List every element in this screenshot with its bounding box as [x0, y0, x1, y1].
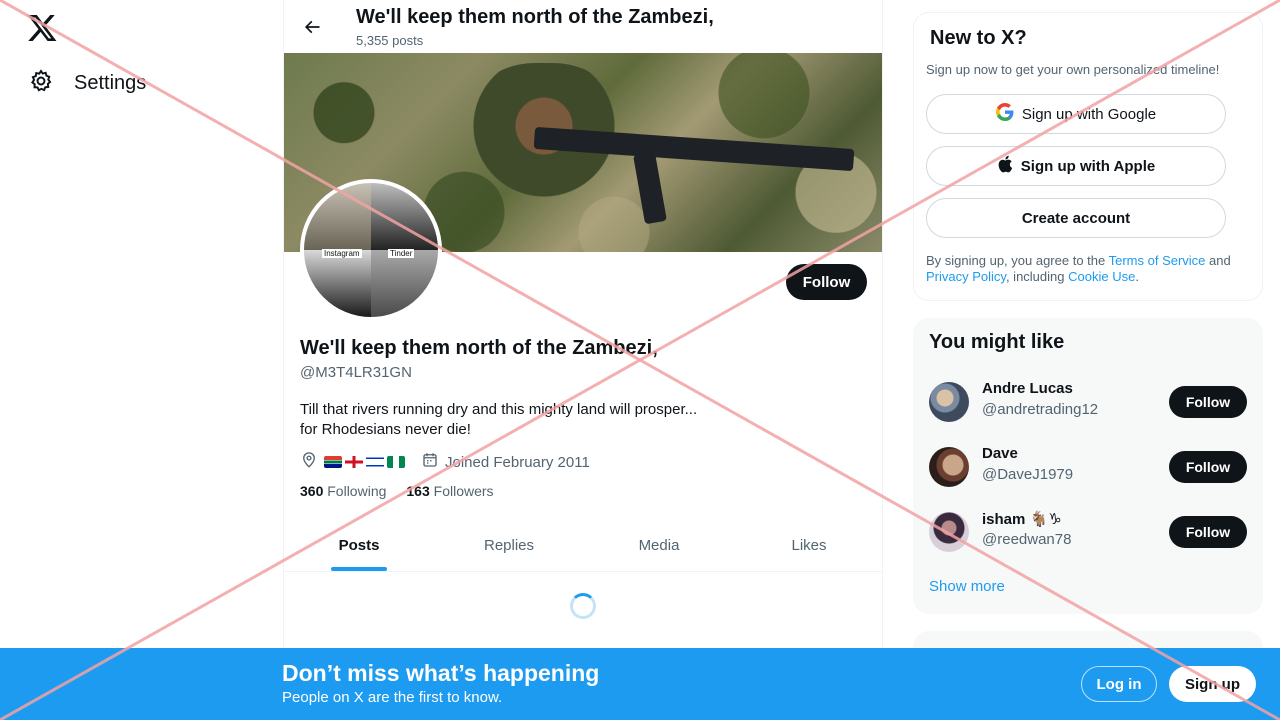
- signup-legal-text: By signing up, you agree to the Terms of…: [926, 253, 1246, 285]
- legal-prefix: By signing up, you agree to the: [926, 253, 1109, 268]
- settings-label: Settings: [74, 72, 147, 94]
- flag-nigeria-icon: [387, 456, 405, 468]
- tab-posts[interactable]: Posts: [284, 519, 434, 571]
- following-label: Following: [327, 483, 387, 499]
- followers-label: Followers: [433, 483, 494, 499]
- legal-and: and: [1205, 253, 1231, 268]
- avatar-photo-3: [304, 250, 371, 317]
- avatar-caption-instagram: Instagram: [322, 249, 362, 258]
- create-account-button[interactable]: Create account: [926, 198, 1226, 238]
- avatar-photo-1: [304, 183, 371, 250]
- profile-bio: Till that rivers running dry and this mi…: [300, 400, 697, 440]
- sign-up-button[interactable]: Sign up: [1169, 666, 1256, 702]
- suggested-user-handle: @andretrading12: [982, 401, 1099, 418]
- new-to-x-subtitle: Sign up now to get your own personalized…: [926, 62, 1220, 77]
- profile-avatar[interactable]: Instagram Tinder: [300, 179, 442, 321]
- show-more-link[interactable]: Show more: [929, 578, 1005, 595]
- gear-icon: [28, 68, 54, 99]
- suggested-user[interactable]: Dave @DaveJ1979 Follow: [929, 443, 1247, 491]
- bio-line-1: Till that rivers running dry and this mi…: [300, 401, 698, 418]
- legal-period: .: [1135, 269, 1139, 284]
- avatar: [929, 447, 969, 487]
- location-pin-icon: [300, 451, 318, 473]
- left-nav: Settings: [0, 0, 283, 720]
- followers-count: 163: [406, 483, 430, 499]
- avatar-photo-4: [371, 250, 438, 317]
- avatar-photo-2: [371, 183, 438, 250]
- avatar: [929, 512, 969, 552]
- header-title: We'll keep them north of the Zambezi,: [356, 6, 714, 28]
- suggested-user[interactable]: isham 🐐♑ @reedwan78 Follow: [929, 508, 1247, 556]
- profile-tabs: Posts Replies Media Likes: [284, 519, 882, 572]
- flag-south-africa-icon: [324, 456, 342, 468]
- profile-stats: 360 Following 163 Followers: [300, 483, 494, 499]
- cookie-use-link[interactable]: Cookie Use: [1068, 269, 1135, 284]
- terms-of-service-link[interactable]: Terms of Service: [1109, 253, 1206, 268]
- suggested-follow-button[interactable]: Follow: [1169, 386, 1247, 418]
- sign-up-apple-label: Sign up with Apple: [1020, 157, 1156, 175]
- suggested-user-name: isham 🐐♑: [982, 511, 1062, 528]
- location-flags: [324, 456, 405, 468]
- tab-media[interactable]: Media: [584, 519, 734, 571]
- google-icon: [995, 103, 1014, 125]
- avatar-caption-tinder: Tinder: [388, 249, 415, 258]
- privacy-policy-link[interactable]: Privacy Policy: [926, 269, 1006, 284]
- suggested-user[interactable]: Andre Lucas @andretrading12 Follow: [929, 378, 1247, 426]
- signup-banner-subtitle: People on X are the first to know.: [282, 689, 503, 706]
- suggested-user-name: Andre Lucas: [982, 380, 1073, 397]
- suggested-user-handle: @reedwan78: [982, 531, 1072, 548]
- loading-spinner-icon: [570, 593, 596, 619]
- followers-link[interactable]: 163 Followers: [406, 483, 493, 499]
- suggested-user-handle: @DaveJ1979: [982, 466, 1074, 483]
- header-posts-count: 5,355 posts: [356, 33, 424, 48]
- profile-meta: Joined February 2011: [300, 451, 590, 473]
- sign-up-apple-button[interactable]: Sign up with Apple: [926, 146, 1226, 186]
- suggested-follow-button[interactable]: Follow: [1169, 516, 1247, 548]
- you-might-like-card: You might like Andre Lucas @andretrading…: [913, 318, 1263, 614]
- signup-banner: Don’t miss what’s happening People on X …: [0, 648, 1280, 720]
- profile-header-bar: We'll keep them north of the Zambezi, 5,…: [284, 0, 882, 53]
- back-arrow-icon[interactable]: [296, 11, 328, 43]
- settings-nav-item[interactable]: Settings: [28, 68, 146, 99]
- avatar: [929, 382, 969, 422]
- flag-israel-icon: [366, 456, 384, 468]
- suggested-user-name: Dave: [982, 445, 1018, 462]
- new-to-x-title: New to X?: [930, 27, 1027, 49]
- page-root: Settings We'll keep them north of the Za…: [0, 0, 1280, 720]
- profile-column: We'll keep them north of the Zambezi, 5,…: [283, 0, 883, 720]
- sign-up-google-label: Sign up with Google: [1021, 105, 1157, 123]
- following-link[interactable]: 360 Following: [300, 483, 386, 499]
- legal-including: , including: [1005, 269, 1069, 284]
- following-count: 360: [300, 483, 324, 499]
- bio-line-2: for Rhodesians never die!: [300, 421, 471, 438]
- new-to-x-card: New to X? Sign up now to get your own pe…: [913, 12, 1263, 301]
- apple-icon: [997, 155, 1013, 177]
- tab-likes[interactable]: Likes: [734, 519, 882, 571]
- flag-england-icon: [345, 456, 363, 468]
- tab-replies[interactable]: Replies: [434, 519, 584, 571]
- profile-name: We'll keep them north of the Zambezi,: [300, 337, 658, 359]
- follow-button[interactable]: Follow: [786, 264, 867, 300]
- profile-handle: @M3T4LR31GN: [300, 364, 412, 381]
- joined-date: Joined February 2011: [445, 453, 590, 471]
- suggested-follow-button[interactable]: Follow: [1169, 451, 1247, 483]
- you-might-like-title: You might like: [929, 331, 1065, 353]
- signup-banner-title: Don’t miss what’s happening: [282, 660, 600, 686]
- log-in-button[interactable]: Log in: [1081, 666, 1157, 702]
- sign-up-google-button[interactable]: Sign up with Google: [926, 94, 1226, 134]
- calendar-icon: [421, 451, 439, 473]
- x-logo-icon[interactable]: [26, 12, 58, 44]
